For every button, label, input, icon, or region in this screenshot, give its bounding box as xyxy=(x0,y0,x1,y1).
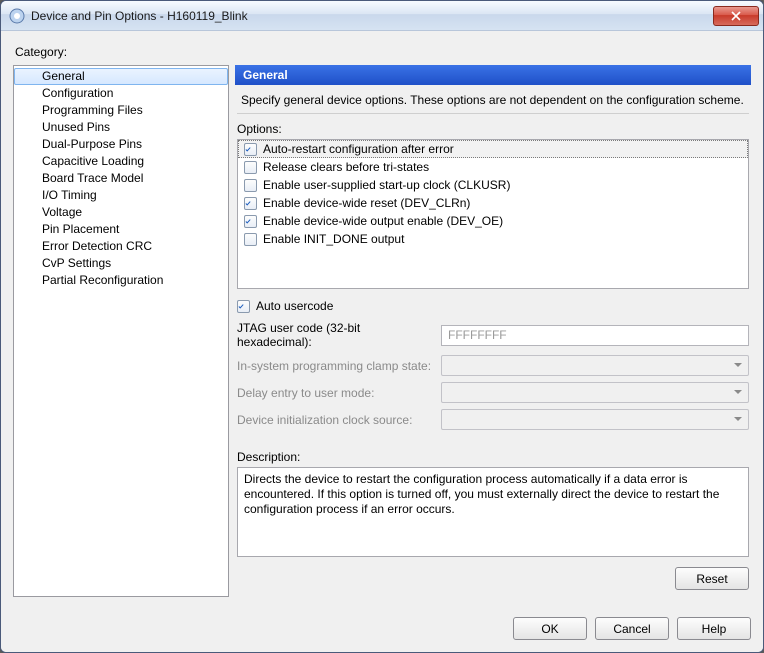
initclk-label: Device initialization clock source: xyxy=(237,413,437,427)
ok-button[interactable]: OK xyxy=(513,617,587,640)
option-checkbox[interactable] xyxy=(244,161,257,174)
category-item[interactable]: Unused Pins xyxy=(14,119,228,136)
category-item[interactable]: Voltage xyxy=(14,204,228,221)
option-label: Enable device-wide output enable (DEV_OE… xyxy=(263,213,503,229)
check-icon xyxy=(245,216,251,227)
close-icon xyxy=(731,11,741,21)
jtag-row: JTAG user code (32-bit hexadecimal): xyxy=(237,321,749,349)
close-button[interactable] xyxy=(713,6,759,26)
option-checkbox[interactable] xyxy=(244,179,257,192)
initclk-combo xyxy=(441,409,749,430)
auto-usercode-row[interactable]: Auto usercode xyxy=(237,299,749,313)
option-checkbox[interactable] xyxy=(244,197,257,210)
delay-combo xyxy=(441,382,749,403)
auto-usercode-checkbox[interactable] xyxy=(237,300,250,313)
category-label: Category: xyxy=(15,45,751,59)
clamp-row: In-system programming clamp state: xyxy=(237,355,749,376)
delay-label: Delay entry to user mode: xyxy=(237,386,437,400)
titlebar[interactable]: Device and Pin Options - H160119_Blink xyxy=(1,1,763,31)
description-label: Description: xyxy=(237,450,749,464)
category-item[interactable]: CvP Settings xyxy=(14,255,228,272)
jtag-label: JTAG user code (32-bit hexadecimal): xyxy=(237,321,437,349)
option-label: Enable INIT_DONE output xyxy=(263,231,404,247)
option-label: Release clears before tri-states xyxy=(263,159,429,175)
category-item[interactable]: General xyxy=(14,68,228,85)
option-checkbox[interactable] xyxy=(244,233,257,246)
category-item[interactable]: Capacitive Loading xyxy=(14,153,228,170)
category-tree[interactable]: GeneralConfigurationProgramming FilesUnu… xyxy=(13,65,229,597)
panel-description: Specify general device options. These op… xyxy=(237,85,749,114)
help-button[interactable]: Help xyxy=(677,617,751,640)
option-checkbox[interactable] xyxy=(244,143,257,156)
dialog-window: Device and Pin Options - H160119_Blink C… xyxy=(0,0,764,653)
options-label: Options: xyxy=(237,122,749,136)
clamp-combo xyxy=(441,355,749,376)
category-item[interactable]: I/O Timing xyxy=(14,187,228,204)
main-panel: General Specify general device options. … xyxy=(235,65,751,597)
check-icon xyxy=(245,198,251,209)
category-item[interactable]: Configuration xyxy=(14,85,228,102)
reset-row: Reset xyxy=(237,567,749,590)
option-row[interactable]: Auto-restart configuration after error xyxy=(238,140,748,158)
option-row[interactable]: Enable INIT_DONE output xyxy=(238,230,748,248)
initclk-row: Device initialization clock source: xyxy=(237,409,749,430)
delay-row: Delay entry to user mode: xyxy=(237,382,749,403)
split-pane: GeneralConfigurationProgramming FilesUnu… xyxy=(13,65,751,597)
check-icon xyxy=(238,301,244,312)
clamp-label: In-system programming clamp state: xyxy=(237,359,437,373)
options-listbox[interactable]: Auto-restart configuration after error Re… xyxy=(237,139,749,289)
category-item[interactable]: Error Detection CRC xyxy=(14,238,228,255)
window-title: Device and Pin Options - H160119_Blink xyxy=(31,9,713,23)
jtag-input xyxy=(441,325,749,346)
category-item[interactable]: Partial Reconfiguration xyxy=(14,272,228,289)
reset-button[interactable]: Reset xyxy=(675,567,749,590)
cancel-button[interactable]: Cancel xyxy=(595,617,669,640)
option-label: Auto-restart configuration after error xyxy=(263,141,454,157)
dialog-body: Category: GeneralConfigurationProgrammin… xyxy=(1,31,763,607)
option-row[interactable]: Enable user-supplied start-up clock (CLK… xyxy=(238,176,748,194)
auto-usercode-label: Auto usercode xyxy=(256,299,333,313)
category-item[interactable]: Dual-Purpose Pins xyxy=(14,136,228,153)
option-checkbox[interactable] xyxy=(244,215,257,228)
category-item[interactable]: Board Trace Model xyxy=(14,170,228,187)
app-icon xyxy=(9,8,25,24)
category-item[interactable]: Programming Files xyxy=(14,102,228,119)
category-item[interactable]: Pin Placement xyxy=(14,221,228,238)
dialog-footer: OK Cancel Help xyxy=(1,607,763,652)
option-label: Enable device-wide reset (DEV_CLRn) xyxy=(263,195,470,211)
check-icon xyxy=(245,144,251,155)
option-row[interactable]: Enable device-wide reset (DEV_CLRn) xyxy=(238,194,748,212)
description-box[interactable]: Directs the device to restart the config… xyxy=(237,467,749,557)
option-label: Enable user-supplied start-up clock (CLK… xyxy=(263,177,510,193)
option-row[interactable]: Release clears before tri-states xyxy=(238,158,748,176)
panel-header: General xyxy=(235,65,751,85)
option-row[interactable]: Enable device-wide output enable (DEV_OE… xyxy=(238,212,748,230)
